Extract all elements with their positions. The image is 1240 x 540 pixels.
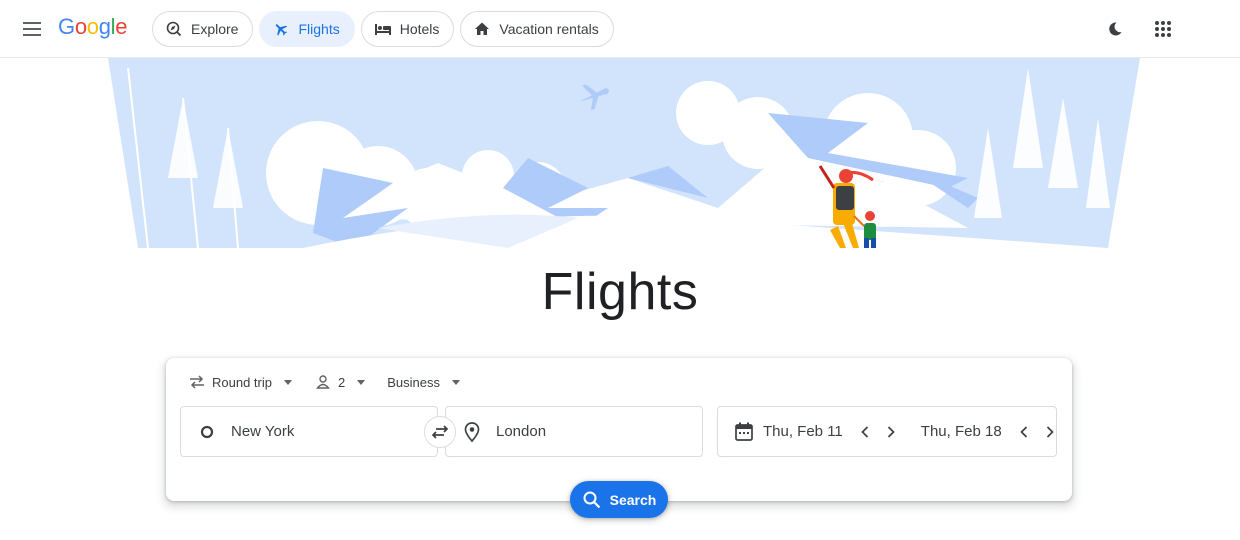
tab-flights[interactable]: Flights (259, 11, 355, 47)
tab-label: Explore (191, 21, 239, 37)
date-range-field: Thu, Feb 11 Thu, Feb 18 (717, 406, 1057, 457)
trip-type-select[interactable]: Round trip (180, 370, 300, 394)
dropdown-arrow-icon (357, 379, 366, 385)
logo-letter: G (58, 14, 75, 39)
logo-letter: o (74, 14, 87, 39)
tab-explore[interactable]: Explore (152, 11, 254, 47)
search-icon (582, 490, 602, 510)
return-date-value[interactable]: Thu, Feb 18 (921, 423, 1002, 440)
passengers-select[interactable]: 2 (306, 370, 373, 394)
tab-hotels[interactable]: Hotels (360, 11, 455, 47)
search-button[interactable]: Search (570, 481, 668, 518)
departure-date-value[interactable]: Thu, Feb 11 (763, 423, 843, 440)
dark-mode-moon-icon[interactable] (1100, 14, 1130, 44)
house-icon (473, 20, 491, 38)
explore-icon (165, 20, 183, 38)
chevron-right-icon[interactable] (878, 419, 904, 445)
swap-locations-button[interactable] (424, 416, 456, 448)
header-actions (1100, 14, 1178, 44)
origin-field[interactable]: New York (180, 406, 438, 457)
origin-value: New York (231, 423, 295, 440)
swap-arrows-icon (188, 373, 206, 391)
destination-value: London (496, 423, 547, 440)
search-options-row: Round trip 2 Business (180, 370, 468, 394)
flight-search-card: Round trip 2 Business New York London Th… (166, 358, 1072, 518)
apps-grid-icon[interactable] (1148, 14, 1178, 44)
mountain-landscape-with-traveler-illustration (108, 58, 1140, 273)
bed-icon (374, 20, 392, 38)
passengers-value: 2 (337, 374, 346, 390)
chevron-left-icon[interactable] (852, 419, 878, 445)
person-icon (314, 373, 332, 391)
return-date: Thu, Feb 18 (921, 407, 1063, 456)
top-app-bar: Google Explore Flights Hotels Vacation r… (0, 0, 1240, 58)
origin-circle-icon (195, 420, 219, 444)
trip-type-value: Round trip (212, 374, 272, 390)
logo-letter: g (98, 14, 111, 39)
swap-arrows-icon (431, 425, 449, 439)
calendar-icon (733, 421, 755, 443)
airplane-icon (272, 20, 290, 38)
hamburger-menu-icon[interactable] (18, 14, 48, 44)
logo-letter: o (86, 14, 99, 39)
location-pin-icon (460, 420, 484, 444)
tab-label: Vacation rentals (499, 21, 599, 37)
cabin-class-select[interactable]: Business (379, 370, 468, 394)
tab-label: Flights (298, 21, 340, 37)
tab-label: Hotels (399, 21, 440, 37)
departure-date: Thu, Feb 11 (718, 407, 904, 456)
cabin-class-value: Business (387, 374, 440, 390)
chevron-right-icon[interactable] (1037, 419, 1063, 445)
chevron-left-icon[interactable] (1011, 419, 1037, 445)
page-title: Flights (541, 263, 699, 321)
search-button-label: Search (609, 491, 657, 508)
destination-field[interactable]: London (445, 406, 703, 457)
tab-vacation-rentals[interactable]: Vacation rentals (460, 11, 614, 47)
dropdown-arrow-icon (283, 379, 292, 385)
dropdown-arrow-icon (451, 379, 460, 385)
google-logo[interactable]: Google (58, 14, 127, 40)
product-tabs: Explore Flights Hotels Vacation rentals (152, 11, 614, 47)
logo-letter: e (115, 14, 128, 39)
